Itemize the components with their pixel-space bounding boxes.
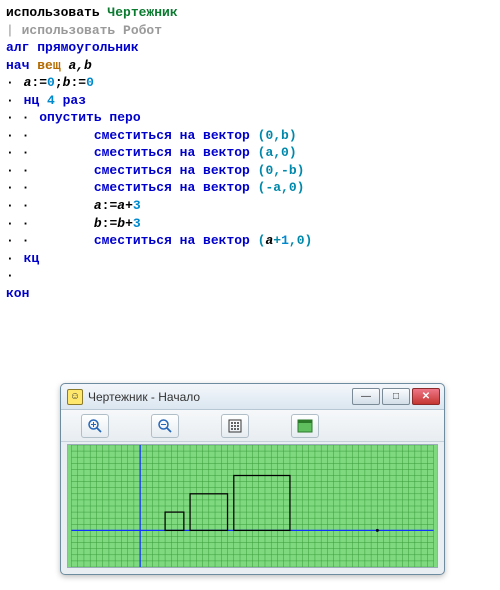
maximize-button[interactable]: □ (382, 388, 410, 405)
grid-icon (228, 419, 242, 433)
code-line: · · сместиться на вектор (0,-b) (6, 162, 494, 180)
zoom-out-icon (157, 418, 173, 434)
toolbar (61, 410, 444, 442)
canvas-svg (68, 445, 437, 567)
code-line: кон (6, 285, 494, 303)
code-line: алг прямоугольник (6, 39, 494, 57)
window-title: Чертежник - Начало (88, 390, 350, 404)
code-line: нач вещ a,b (6, 57, 494, 75)
canvas[interactable] (67, 444, 438, 568)
code-line: | использовать Робот (6, 22, 494, 40)
minimize-button[interactable]: — (352, 388, 380, 405)
code-line: · · сместиться на вектор (a,0) (6, 144, 494, 162)
titlebar[interactable]: ☺ Чертежник - Начало — □ ✕ (61, 384, 444, 410)
code-line: · · сместиться на вектор (0,b) (6, 127, 494, 145)
minimize-icon: — (361, 391, 371, 402)
close-button[interactable]: ✕ (412, 388, 440, 405)
zoom-in-button[interactable] (81, 414, 109, 438)
code-line: · (6, 267, 494, 285)
zoom-out-button[interactable] (151, 414, 179, 438)
code-line: использовать Чертежник (6, 4, 494, 22)
code-line: · нц 4 раз (6, 92, 494, 110)
code-line: · · b:=b+3 (6, 215, 494, 233)
close-icon: ✕ (422, 391, 430, 402)
drawer-window: ☺ Чертежник - Начало — □ ✕ (60, 383, 445, 575)
code-line: · · опустить перо (6, 109, 494, 127)
home-button[interactable] (291, 414, 319, 438)
maximize-icon: □ (393, 391, 399, 402)
code-line: · · сместиться на вектор (-a,0) (6, 179, 494, 197)
code-editor[interactable]: использовать Чертежник | использовать Ро… (0, 0, 500, 306)
code-line: · a:=0;b:=0 (6, 74, 494, 92)
fit-button[interactable] (221, 414, 249, 438)
app-icon: ☺ (67, 389, 83, 405)
window-icon (297, 419, 313, 433)
zoom-in-icon (87, 418, 103, 434)
code-line: · кц (6, 250, 494, 268)
code-line: · · a:=a+3 (6, 197, 494, 215)
code-line: · · сместиться на вектор (a+1,0) (6, 232, 494, 250)
